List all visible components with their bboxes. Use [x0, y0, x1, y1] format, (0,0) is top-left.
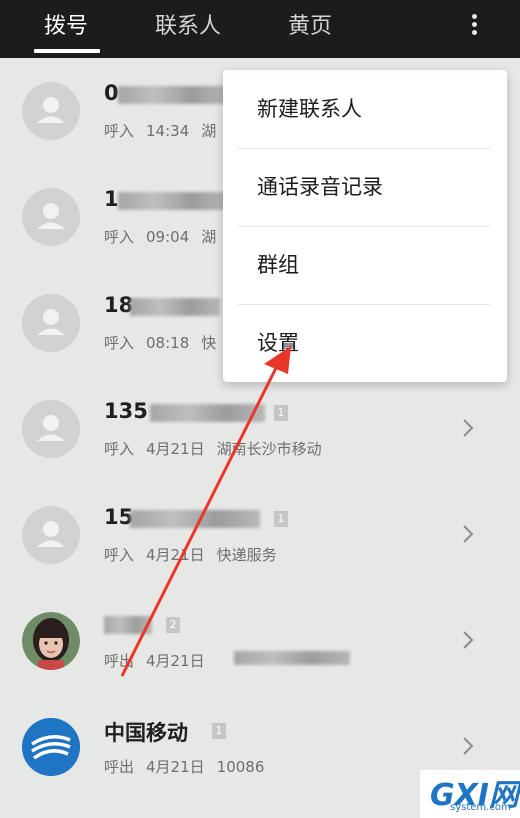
default-avatar-icon: [22, 400, 80, 458]
call-type: 呼出: [104, 758, 135, 776]
call-meta: 呼入 4月21日 快递服务: [104, 544, 289, 565]
redacted-number: [150, 404, 265, 422]
sim-badge: 2: [166, 617, 180, 633]
default-avatar-icon: [22, 188, 80, 246]
call-location: 快: [201, 334, 217, 352]
contact-number: 1: [104, 187, 119, 211]
top-tab-bar: 拨号 联系人 黄页: [0, 0, 520, 58]
default-avatar-icon: [22, 294, 80, 352]
call-type: 呼出: [104, 652, 135, 670]
call-time: 4月21日: [146, 652, 205, 670]
contact-number: 135: [104, 399, 148, 423]
redacted-number: [130, 298, 220, 316]
call-location: 湖南长沙市移动: [216, 440, 322, 458]
chevron-right-icon[interactable]: [460, 734, 476, 758]
contact-number: 0: [104, 81, 119, 105]
call-meta: 呼入 08:18 快: [104, 332, 228, 353]
tab-dialer[interactable]: 拨号: [44, 8, 88, 46]
chevron-right-icon[interactable]: [460, 522, 476, 546]
call-time: 14:34: [146, 122, 190, 140]
site-watermark-logo: GXI网 system.com: [420, 770, 520, 818]
call-meta: 呼入 4月21日 湖南长沙市移动: [104, 438, 334, 459]
china-mobile-logo-icon: [22, 718, 80, 776]
menu-item-settings[interactable]: 设置: [223, 304, 507, 382]
call-meta: 呼出 4月21日 10086: [104, 756, 276, 777]
redacted-number: [118, 192, 228, 210]
call-time: 4月21日: [146, 440, 205, 458]
call-time: 4月21日: [146, 546, 205, 564]
redacted-number: [234, 651, 350, 665]
tab-yellow-pages[interactable]: 黄页: [288, 8, 332, 46]
call-meta: 呼入 09:04 湖: [104, 226, 228, 247]
call-location: 快递服务: [216, 546, 277, 564]
sim-badge: 1: [212, 723, 226, 739]
call-meta: 呼入 14:34 湖: [104, 120, 228, 141]
call-meta: 呼出 4月21日: [104, 650, 229, 671]
call-type: 呼入: [104, 334, 135, 352]
contact-name: 中国移动: [104, 721, 188, 745]
call-location: 湖: [201, 228, 217, 246]
contact-photo-avatar: [22, 612, 80, 670]
default-avatar-icon: [22, 82, 80, 140]
menu-item-call-recordings[interactable]: 通话录音记录: [223, 148, 507, 226]
call-type: 呼入: [104, 440, 135, 458]
call-type: 呼入: [104, 228, 135, 246]
menu-item-groups[interactable]: 群组: [223, 226, 507, 304]
more-options-icon[interactable]: [462, 12, 486, 42]
tab-contacts[interactable]: 联系人: [155, 8, 221, 46]
call-number: 10086: [216, 758, 265, 776]
call-type: 呼入: [104, 546, 135, 564]
chevron-right-icon[interactable]: [460, 416, 476, 440]
contact-number: 15: [104, 505, 134, 529]
chevron-right-icon[interactable]: [460, 628, 476, 652]
call-log-row[interactable]: 2 呼出 4月21日: [0, 588, 520, 694]
redacted-number: [118, 86, 228, 104]
call-location: 湖: [201, 122, 217, 140]
call-time: 4月21日: [146, 758, 205, 776]
redacted-name: [104, 616, 152, 634]
sim-badge: 1: [274, 405, 288, 421]
sim-badge: 1: [274, 511, 288, 527]
contact-number: 18: [104, 293, 134, 317]
overflow-menu: 新建联系人 通话录音记录 群组 设置: [223, 70, 507, 382]
default-avatar-icon: [22, 506, 80, 564]
call-log-row[interactable]: 15 1 呼入 4月21日 快递服务: [0, 482, 520, 588]
active-tab-indicator: [34, 49, 100, 53]
call-time: 08:18: [146, 334, 190, 352]
call-time: 09:04: [146, 228, 190, 246]
watermark-domain: system.com: [450, 802, 511, 813]
call-log-row[interactable]: 135 1 呼入 4月21日 湖南长沙市移动: [0, 376, 520, 482]
redacted-number: [130, 510, 260, 528]
menu-item-new-contact[interactable]: 新建联系人: [223, 70, 507, 148]
call-type: 呼入: [104, 122, 135, 140]
